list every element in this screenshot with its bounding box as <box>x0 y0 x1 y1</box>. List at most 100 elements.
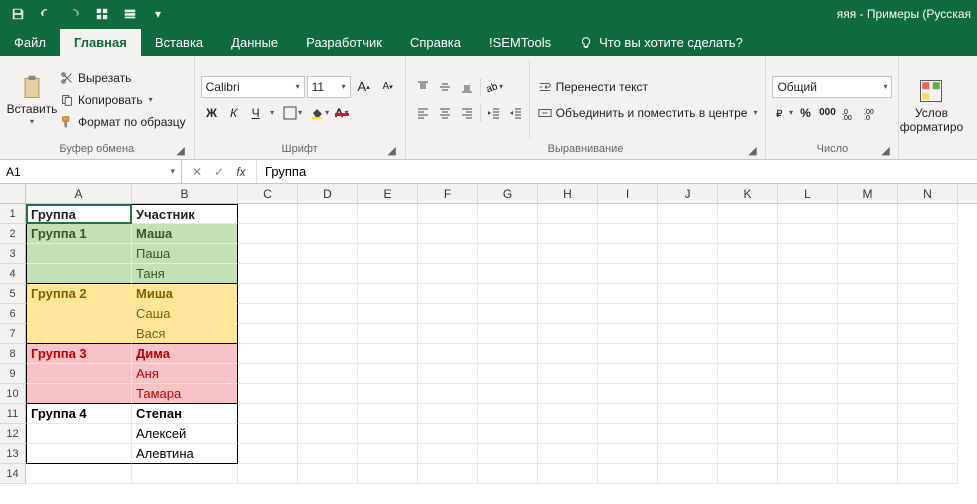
cell[interactable] <box>598 224 658 244</box>
align-middle-button[interactable] <box>434 76 456 98</box>
cell[interactable] <box>898 204 958 224</box>
cell[interactable] <box>358 364 418 384</box>
cell[interactable] <box>898 284 958 304</box>
cell[interactable] <box>418 204 478 224</box>
cell[interactable] <box>418 344 478 364</box>
cell[interactable]: Группа 3 <box>26 344 132 364</box>
cell[interactable] <box>298 344 358 364</box>
align-right-button[interactable] <box>456 102 478 124</box>
cell[interactable] <box>838 304 898 324</box>
col-header-C[interactable]: C <box>238 184 298 203</box>
row-header[interactable]: 1 <box>0 204 26 224</box>
cell[interactable] <box>898 364 958 384</box>
cell[interactable] <box>538 244 598 264</box>
clipboard-launcher[interactable]: ◢ <box>174 143 188 157</box>
percent-format-button[interactable]: % <box>794 102 816 124</box>
cell[interactable] <box>238 364 298 384</box>
cell[interactable] <box>658 464 718 484</box>
save-button[interactable] <box>6 3 30 25</box>
col-header-E[interactable]: E <box>358 184 418 203</box>
wrap-text-button[interactable]: Перенести текст <box>536 76 760 98</box>
cell[interactable] <box>538 384 598 404</box>
cell[interactable] <box>418 424 478 444</box>
cell[interactable]: Миша <box>132 284 238 304</box>
cell[interactable] <box>778 424 838 444</box>
cell[interactable] <box>478 444 538 464</box>
cell[interactable] <box>418 224 478 244</box>
col-header-F[interactable]: F <box>418 184 478 203</box>
cell[interactable] <box>598 404 658 424</box>
alignment-launcher[interactable]: ◢ <box>745 143 759 157</box>
cell[interactable] <box>358 384 418 404</box>
cell[interactable] <box>478 244 538 264</box>
cell[interactable] <box>418 364 478 384</box>
cell[interactable] <box>598 424 658 444</box>
redo-button[interactable] <box>62 3 86 25</box>
cell[interactable] <box>538 284 598 304</box>
cell[interactable] <box>26 464 132 484</box>
cell[interactable] <box>26 324 132 344</box>
tab-home[interactable]: Главная <box>60 29 141 56</box>
tell-me[interactable]: Что вы хотите сделать? <box>565 29 757 56</box>
cell[interactable] <box>898 464 958 484</box>
cell[interactable] <box>298 384 358 404</box>
row-header[interactable]: 11 <box>0 404 26 424</box>
cell[interactable] <box>538 304 598 324</box>
cell[interactable] <box>898 344 958 364</box>
cell[interactable] <box>898 324 958 344</box>
cell[interactable] <box>838 384 898 404</box>
tab-insert[interactable]: Вставка <box>141 29 217 56</box>
cancel-formula-button[interactable]: ✕ <box>188 165 206 179</box>
cell[interactable] <box>658 364 718 384</box>
fill-color-button[interactable] <box>309 102 331 124</box>
col-header-N[interactable]: N <box>898 184 958 203</box>
align-top-button[interactable] <box>412 76 434 98</box>
cell[interactable] <box>298 324 358 344</box>
cell[interactable] <box>598 344 658 364</box>
row-header[interactable]: 13 <box>0 444 26 464</box>
cell[interactable] <box>598 264 658 284</box>
col-header-H[interactable]: H <box>538 184 598 203</box>
cell[interactable] <box>238 424 298 444</box>
font-name-combo[interactable]: Calibri▾ <box>201 76 305 98</box>
cell[interactable] <box>478 364 538 384</box>
cell[interactable] <box>898 304 958 324</box>
row-header[interactable]: 8 <box>0 344 26 364</box>
cell[interactable] <box>358 464 418 484</box>
cell[interactable] <box>538 404 598 424</box>
cell[interactable]: Группа 2 <box>26 284 132 304</box>
cell[interactable] <box>238 444 298 464</box>
cell[interactable] <box>26 444 132 464</box>
cell[interactable] <box>478 424 538 444</box>
cell[interactable]: Группа <box>26 204 132 224</box>
cell[interactable] <box>778 224 838 244</box>
cell[interactable] <box>658 384 718 404</box>
cell[interactable] <box>778 304 838 324</box>
number-format-combo[interactable]: Общий▾ <box>772 76 892 98</box>
cell[interactable] <box>598 304 658 324</box>
cell[interactable]: Тамара <box>132 384 238 404</box>
cell[interactable] <box>898 424 958 444</box>
cell[interactable] <box>598 464 658 484</box>
cell[interactable] <box>238 384 298 404</box>
cell[interactable] <box>358 404 418 424</box>
row-header[interactable]: 5 <box>0 284 26 304</box>
cell[interactable] <box>838 424 898 444</box>
cell[interactable] <box>478 404 538 424</box>
undo-button[interactable] <box>34 3 58 25</box>
cell[interactable] <box>238 224 298 244</box>
cell[interactable] <box>658 324 718 344</box>
cell[interactable] <box>358 284 418 304</box>
grow-font-button[interactable]: A▴ <box>353 76 375 98</box>
cell[interactable] <box>238 464 298 484</box>
cell[interactable] <box>658 344 718 364</box>
font-color-button[interactable]: А <box>331 102 353 124</box>
cell[interactable]: Саша <box>132 304 238 324</box>
select-all-button[interactable] <box>0 184 26 204</box>
cell[interactable] <box>838 324 898 344</box>
cell[interactable] <box>238 304 298 324</box>
col-header-D[interactable]: D <box>298 184 358 203</box>
cell[interactable] <box>358 444 418 464</box>
cell[interactable] <box>538 264 598 284</box>
cell[interactable] <box>778 404 838 424</box>
